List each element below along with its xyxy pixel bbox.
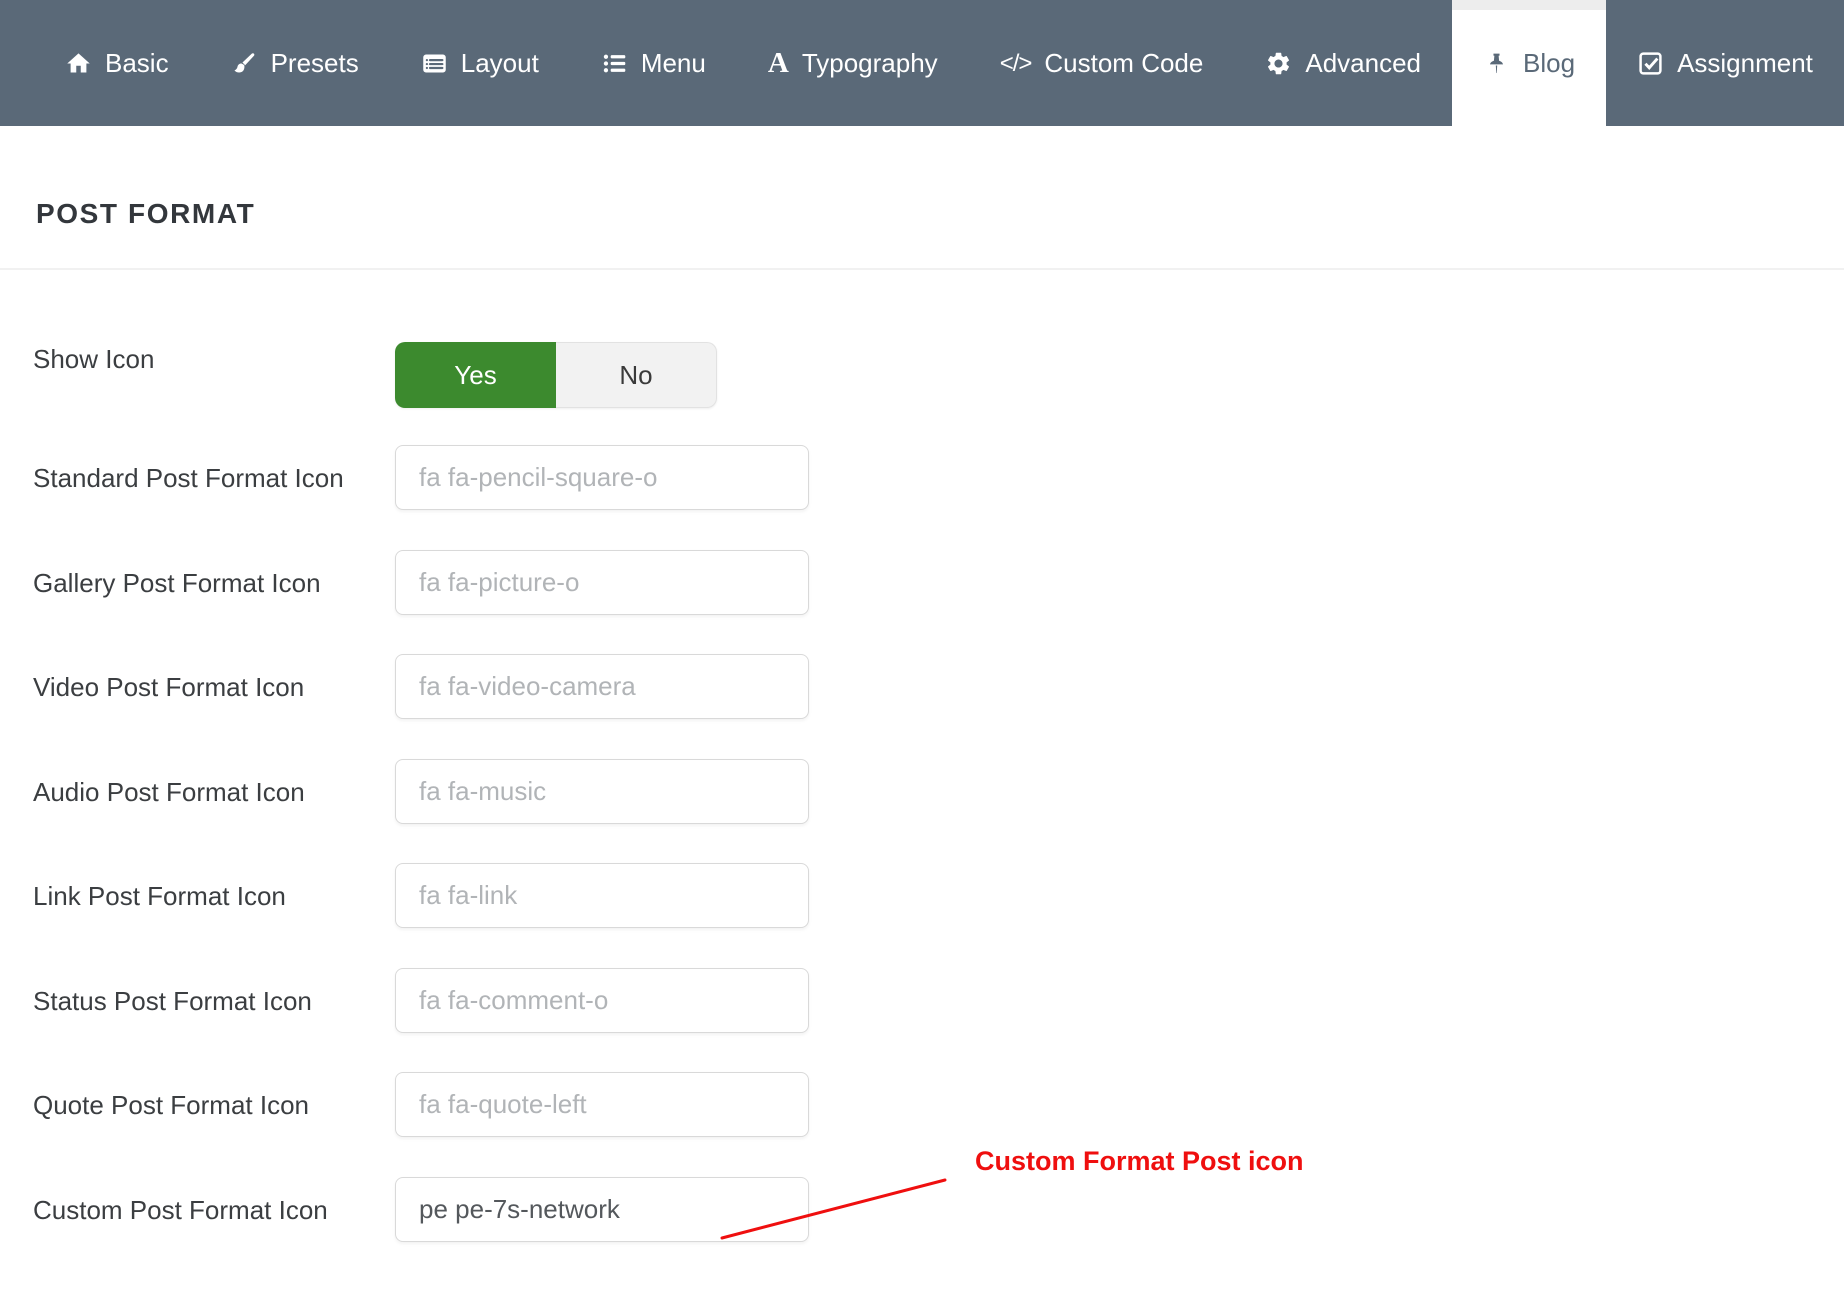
show-icon-toggle: Yes No [395,342,717,408]
standard-icon-input[interactable] [395,445,809,510]
form-row-show-icon: Show Icon Yes No [0,342,1844,408]
typography-a-icon: A [768,50,789,77]
field-label: Quote Post Format Icon [33,1072,309,1138]
audio-icon-input[interactable] [395,759,809,824]
settings-page: Basic Presets [0,0,1844,1295]
form-row-custom: Custom Post Format Icon [0,1177,1844,1243]
tab-blog[interactable]: Blog [1452,0,1606,126]
form-row-quote: Quote Post Format Icon [0,1072,1844,1138]
field-label: Link Post Format Icon [33,863,286,929]
tab-label: Menu [641,48,706,79]
tab-typography[interactable]: A Typography [737,0,969,126]
video-icon-input[interactable] [395,654,809,719]
form-row-link: Link Post Format Icon [0,863,1844,929]
annotation-text: Custom Format Post icon [975,1146,1304,1177]
tab-label: Layout [461,48,539,79]
tab-presets[interactable]: Presets [200,0,390,126]
tab-label: Blog [1523,48,1575,79]
tab-label: Assignment [1677,48,1813,79]
tab-label: Advanced [1305,48,1421,79]
home-icon [65,50,92,77]
field-label: Gallery Post Format Icon [33,550,321,616]
code-icon: </> [1000,50,1032,77]
quote-icon-input[interactable] [395,1072,809,1137]
layout-icon [421,50,448,77]
tab-label: Custom Code [1044,48,1203,79]
tab-label: Presets [271,48,359,79]
check-square-icon [1637,50,1664,77]
no-button[interactable]: No [556,342,717,408]
tab-layout[interactable]: Layout [390,0,570,126]
paintbrush-icon [231,50,258,77]
form-row-standard: Standard Post Format Icon [0,445,1844,511]
menu-list-icon [601,50,628,77]
tab-label: Typography [802,48,938,79]
form-row-audio: Audio Post Format Icon [0,759,1844,825]
tab-menu[interactable]: Menu [570,0,737,126]
tab-basic[interactable]: Basic [34,0,200,126]
form-row-video: Video Post Format Icon [0,654,1844,720]
gear-icon [1265,50,1292,77]
field-label: Custom Post Format Icon [33,1177,328,1243]
form-row-gallery: Gallery Post Format Icon [0,550,1844,616]
form-row-status: Status Post Format Icon [0,968,1844,1034]
field-label: Audio Post Format Icon [33,759,305,825]
field-label: Status Post Format Icon [33,968,312,1034]
pushpin-icon [1483,50,1510,77]
custom-icon-input[interactable] [395,1177,809,1242]
tab-custom-code[interactable]: </> Custom Code [969,0,1235,126]
tab-assignment[interactable]: Assignment [1606,0,1844,126]
top-tab-bar: Basic Presets [0,0,1844,126]
section-divider [0,268,1844,270]
link-icon-input[interactable] [395,863,809,928]
field-label: Standard Post Format Icon [33,445,344,511]
page-title: POST FORMAT [36,198,255,230]
gallery-icon-input[interactable] [395,550,809,615]
status-icon-input[interactable] [395,968,809,1033]
yes-button[interactable]: Yes [395,342,556,408]
field-label: Show Icon [33,342,154,376]
field-label: Video Post Format Icon [33,654,304,720]
tab-label: Basic [105,48,169,79]
tab-advanced[interactable]: Advanced [1234,0,1452,126]
